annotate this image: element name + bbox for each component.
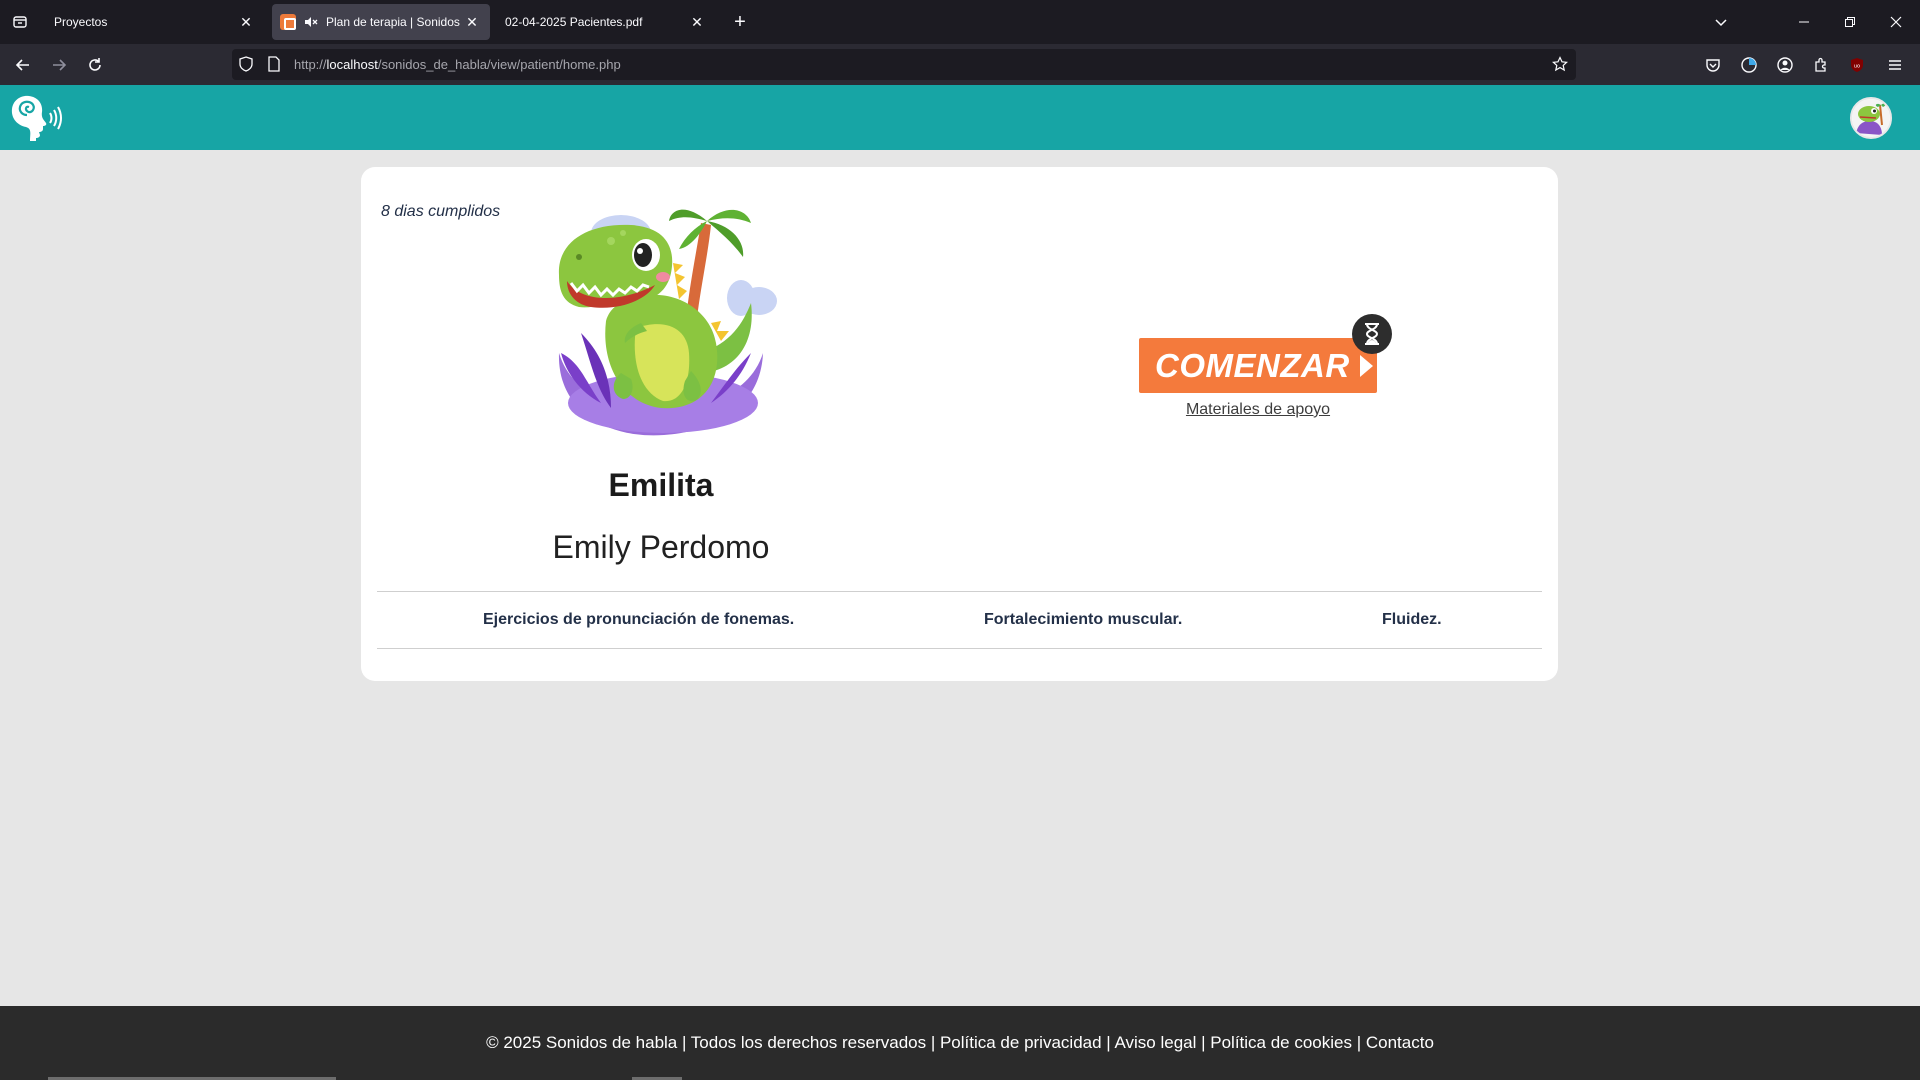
extensions-icon[interactable]: [1806, 50, 1836, 80]
tab-list-icon[interactable]: [6, 8, 34, 36]
timer-extension-icon[interactable]: [1734, 50, 1764, 80]
svg-text:uo: uo: [1854, 64, 1860, 70]
dinosaur-avatar-image: [551, 203, 777, 437]
minimize-icon[interactable]: [1790, 8, 1818, 36]
footer-text[interactable]: © 2025 Sonidos de habla | Todos los dere…: [0, 1033, 1920, 1053]
close-icon[interactable]: ✕: [462, 12, 482, 32]
hamburger-menu-icon[interactable]: [1880, 50, 1910, 80]
patient-nickname: Emilita: [608, 467, 714, 503]
exercise-item[interactable]: Ejercicios de pronunciación de fonemas.: [483, 611, 794, 629]
reload-icon[interactable]: [80, 50, 110, 80]
tab-title: 02-04-2025 Pacientes.pdf: [505, 15, 643, 29]
tab-pdf[interactable]: 02-04-2025 Pacientes.pdf ✕: [497, 4, 715, 40]
divider: [377, 591, 1542, 592]
ublock-icon[interactable]: uo: [1842, 50, 1872, 80]
url-host: localhost: [326, 57, 378, 72]
url-bar[interactable]: http://localhost/sonidos_de_habla/view/p…: [232, 49, 1576, 80]
url-prefix: http://: [294, 57, 327, 72]
patient-full-name: Emily Perdomo: [552, 529, 770, 565]
patient-card: 8 dias cumplidos Emilita Emily Perdomo C…: [361, 167, 1558, 681]
avatar[interactable]: [1850, 97, 1892, 139]
browser-tab-bar: Proyectos ✕ Plan de terapia | Sonidos de…: [0, 0, 1920, 44]
tab-title: Plan de terapia | Sonidos de habla: [326, 15, 462, 29]
window-close-icon[interactable]: [1882, 8, 1910, 36]
shield-icon[interactable]: [238, 56, 254, 77]
play-icon: [1359, 354, 1373, 377]
exercise-item[interactable]: Fortalecimiento muscular.: [984, 611, 1182, 629]
page-footer: © 2025 Sonidos de habla | Todos los dere…: [0, 1006, 1920, 1080]
app-header: [0, 85, 1920, 150]
browser-nav-bar: http://localhost/sonidos_de_habla/view/p…: [0, 44, 1920, 85]
page-icon[interactable]: [266, 56, 282, 77]
start-button[interactable]: COMENZAR: [1139, 338, 1377, 393]
xampp-favicon-icon: [280, 14, 296, 30]
tab-title: Proyectos: [54, 15, 108, 29]
tab-proyectos[interactable]: Proyectos ✕: [46, 4, 264, 40]
start-button-label: COMENZAR: [1155, 346, 1350, 384]
close-icon[interactable]: ✕: [236, 12, 256, 32]
hourglass-icon[interactable]: [1352, 314, 1392, 354]
bookmark-star-icon[interactable]: [1552, 56, 1568, 77]
url-path: /sonidos_de_habla/view/patient/home.php: [377, 57, 621, 72]
support-materials-link[interactable]: Materiales de apoyo: [1139, 401, 1377, 419]
url-text[interactable]: http://localhost/sonidos_de_habla/view/p…: [294, 57, 621, 72]
new-tab-button[interactable]: +: [726, 8, 754, 36]
divider: [377, 648, 1542, 649]
chevron-down-icon[interactable]: [1707, 8, 1735, 36]
restore-icon[interactable]: [1836, 8, 1864, 36]
days-completed: 8 dias cumplidos: [381, 203, 501, 220]
sonidos-de-habla-logo-icon[interactable]: [8, 93, 64, 143]
exercise-item[interactable]: Fluidez.: [1382, 611, 1442, 629]
pocket-icon[interactable]: [1698, 50, 1728, 80]
close-icon[interactable]: ✕: [687, 12, 707, 32]
mute-icon[interactable]: [304, 14, 320, 30]
back-arrow-icon[interactable]: [8, 50, 38, 80]
tab-plan-de-terapia[interactable]: Plan de terapia | Sonidos de habla ✕: [272, 4, 490, 40]
account-icon[interactable]: [1770, 50, 1800, 80]
forward-arrow-icon[interactable]: [44, 50, 74, 80]
